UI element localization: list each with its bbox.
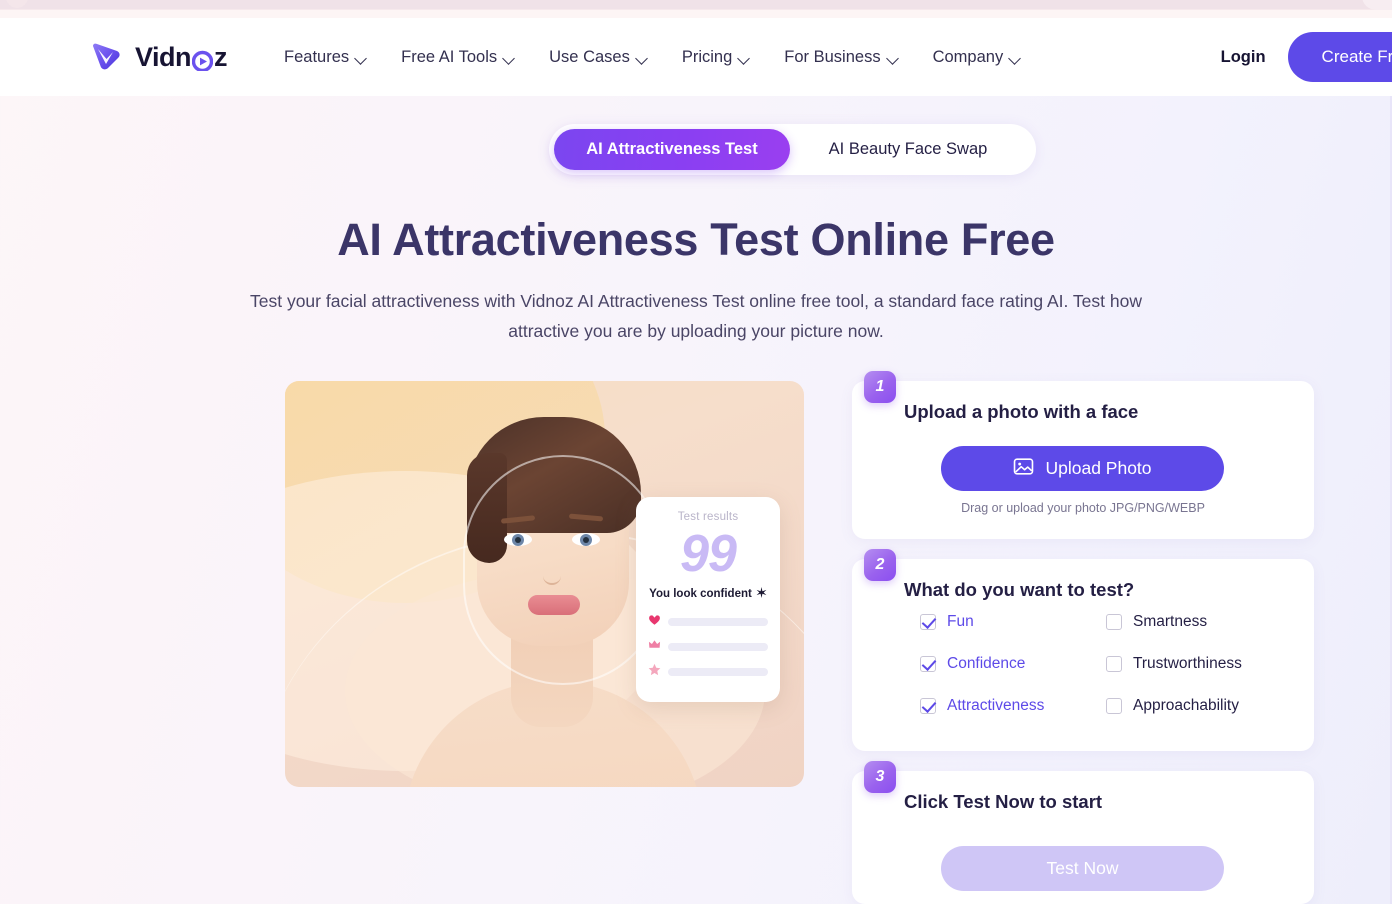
logo-text-part-b: z xyxy=(214,41,228,72)
step-1-title: Upload a photo with a face xyxy=(904,401,1139,422)
test-result-card: Test results 99 You look confident xyxy=(636,497,780,702)
result-bar-track xyxy=(668,643,768,651)
nav-item-features[interactable]: Features xyxy=(267,40,384,75)
checkbox-option-smartness[interactable]: Smartness xyxy=(1106,613,1292,631)
star-icon xyxy=(648,663,661,681)
result-caption-text: You look confident xyxy=(649,588,752,600)
promo-banner-underlay xyxy=(0,10,1392,18)
create-free-ai-video-button[interactable]: Create Free AI Video xyxy=(1287,32,1392,82)
nav-item-free-ai-tools[interactable]: Free AI Tools xyxy=(384,40,532,75)
checkbox-option-confidence[interactable]: Confidence xyxy=(920,655,1106,673)
nav-label: Free AI Tools xyxy=(401,47,498,66)
checkbox-label: Trustworthiness xyxy=(1133,655,1242,672)
checkbox-box[interactable] xyxy=(1106,698,1122,714)
tab-ai-beauty-face-swap[interactable]: AI Beauty Face Swap xyxy=(790,129,1026,170)
result-card-title: Test results xyxy=(677,511,739,523)
main-nav: Features Free AI Tools Use Cases Pricing… xyxy=(267,40,1038,75)
test-options-grid: Fun Smartness Confidence Trustworthiness… xyxy=(920,613,1300,715)
checkbox-option-approachability[interactable]: Approachability xyxy=(1106,697,1292,715)
site-header: Vidn z Features Free AI Tools Use Cases … xyxy=(0,18,1392,96)
promo-banner-chip xyxy=(6,0,28,8)
tool-tab-switcher: AI Attractiveness Test AI Beauty Face Sw… xyxy=(549,124,1036,175)
sparkle-icon xyxy=(756,587,767,601)
checkbox-label: Attractiveness xyxy=(947,697,1045,714)
nav-item-company[interactable]: Company xyxy=(916,40,1039,75)
result-caption-row: You look confident xyxy=(648,587,768,601)
test-now-button[interactable]: Test Now xyxy=(941,846,1224,891)
checkbox-box[interactable] xyxy=(920,656,936,672)
result-bar-row xyxy=(648,663,768,681)
nav-label: Use Cases xyxy=(549,47,630,66)
step-3-title: Click Test Now to start xyxy=(904,791,1103,812)
checkbox-option-attractiveness[interactable]: Attractiveness xyxy=(920,697,1106,715)
nav-label: Company xyxy=(932,47,1004,66)
promo-banner-rounded-end xyxy=(1362,0,1392,10)
checkbox-label: Approachability xyxy=(1133,697,1239,714)
header-actions: Login Create Free AI Video xyxy=(1221,32,1392,82)
nav-label: Features xyxy=(284,47,350,66)
checkbox-box[interactable] xyxy=(1106,656,1122,672)
vidnoz-logo[interactable]: Vidn z xyxy=(86,37,228,77)
checkbox-label: Smartness xyxy=(1133,613,1208,630)
result-bars xyxy=(648,613,768,681)
chevron-down-icon xyxy=(739,54,750,61)
nav-label: For Business xyxy=(784,47,881,66)
upload-photo-button[interactable]: Upload Photo xyxy=(941,446,1224,491)
result-bar-row xyxy=(648,638,768,656)
upload-photo-button-label: Upload Photo xyxy=(1045,458,1152,478)
step-3-badge: 3 xyxy=(864,761,896,793)
nav-item-use-cases[interactable]: Use Cases xyxy=(532,40,665,75)
face-scan-ring xyxy=(463,455,663,685)
checkbox-box[interactable] xyxy=(1106,614,1122,630)
step-2-badge: 2 xyxy=(864,549,896,581)
heart-icon xyxy=(648,613,661,631)
nav-label: Pricing xyxy=(681,47,733,66)
upload-hint-text: Drag or upload your photo JPG/PNG/WEBP xyxy=(961,501,1205,515)
vidnoz-logo-icon xyxy=(86,37,126,77)
tab-ai-attractiveness-test[interactable]: AI Attractiveness Test xyxy=(554,129,790,170)
chevron-down-icon xyxy=(504,54,515,61)
chevron-down-icon xyxy=(356,54,367,61)
step-3-panel: 3 Click Test Now to start Test Now xyxy=(852,761,1314,904)
step-2-panel: 2 What do you want to test? Fun Smartnes… xyxy=(852,549,1314,751)
nav-item-pricing[interactable]: Pricing xyxy=(665,40,767,75)
crown-icon xyxy=(648,638,661,656)
result-bar-track xyxy=(668,618,768,626)
logo-text-part-a: Vidn xyxy=(135,41,192,72)
chevron-down-icon xyxy=(637,54,648,61)
result-bar-row xyxy=(648,613,768,631)
logo-o-play-icon xyxy=(191,47,214,72)
step-1-panel: 1 Upload a photo with a face Upload Phot… xyxy=(852,371,1314,539)
result-bar-track xyxy=(668,668,768,676)
checkbox-option-trustworthiness[interactable]: Trustworthiness xyxy=(1106,655,1292,673)
image-icon xyxy=(1013,456,1034,482)
checkbox-label: Confidence xyxy=(947,655,1026,672)
step-1-badge: 1 xyxy=(864,371,896,403)
checkbox-box[interactable] xyxy=(920,614,936,630)
step-2-title: What do you want to test? xyxy=(904,579,1135,600)
login-link[interactable]: Login xyxy=(1221,48,1266,67)
checkbox-box[interactable] xyxy=(920,698,936,714)
promo-banner-strip[interactable] xyxy=(0,0,1392,10)
chevron-down-icon xyxy=(1010,54,1021,61)
chevron-down-icon xyxy=(888,54,899,61)
checkbox-option-fun[interactable]: Fun xyxy=(920,613,1106,631)
page-title: AI Attractiveness Test Online Free xyxy=(337,214,1055,265)
nav-item-for-business[interactable]: For Business xyxy=(767,40,915,75)
vidnoz-logo-text: Vidn z xyxy=(135,41,228,73)
page-subtitle: Test your facial attractiveness with Vid… xyxy=(249,291,1142,341)
checkbox-label: Fun xyxy=(947,613,974,630)
result-score: 99 xyxy=(680,525,737,583)
